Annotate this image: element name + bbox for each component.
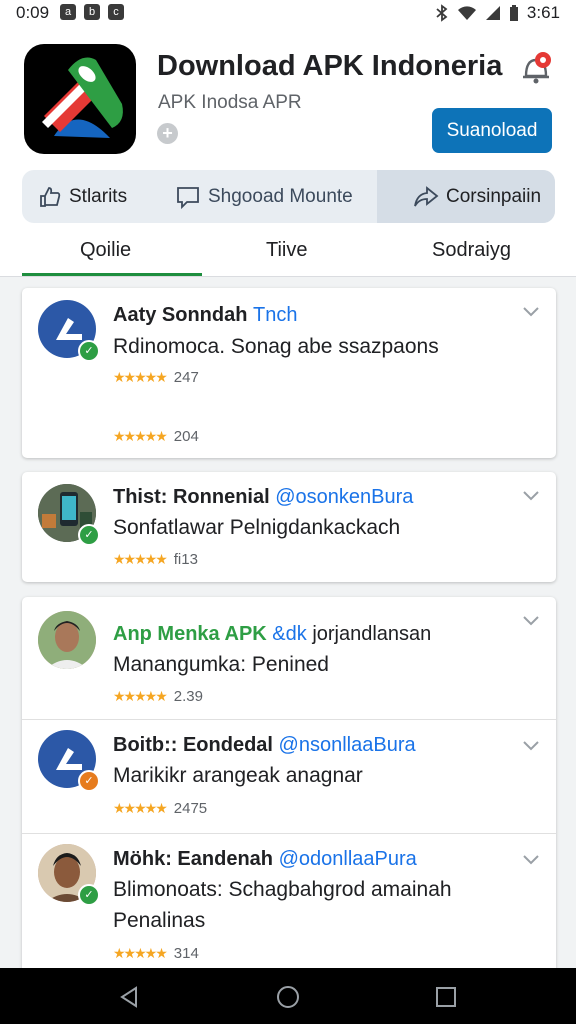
stars-icon: ★★★★★ (113, 800, 168, 816)
notification-icon: a (60, 4, 76, 20)
rating-count: 2.39 (173, 688, 203, 705)
tab-sodraiyg[interactable]: Sodraiyg (432, 239, 511, 262)
action-share-button[interactable]: Corsinpaiin (377, 170, 555, 223)
item-rating: ★★★★★ 2.39 (113, 688, 203, 705)
status-right: 3:61 (435, 3, 560, 23)
verified-badge-icon: ✓ (78, 524, 100, 546)
item-rating: ★★★★★ 2475 (113, 800, 207, 817)
download-button[interactable]: Suanoload (432, 108, 552, 153)
item-title: Anp Menka APK &dk jorjandlansan (113, 623, 431, 646)
notification-icon: b (84, 4, 100, 20)
wifi-icon (457, 6, 476, 20)
tab-bar: Qoilie Tiive Sodraiyg (0, 231, 576, 277)
list-item[interactable]: Anp Menka APK &dk jorjandlansan Manangum… (22, 597, 556, 719)
rating-count: fi13 (173, 551, 198, 568)
home-icon[interactable] (276, 985, 300, 1009)
item-rating: ★★★★★ 247 (113, 369, 199, 386)
item-rating: ★★★★★ 314 (113, 945, 199, 962)
battery-icon (509, 4, 518, 21)
status-badge-icon: ✓ (78, 770, 100, 792)
stars-icon: ★★★★★ (113, 688, 168, 704)
tab-qoilie[interactable]: Qoilie (80, 239, 131, 262)
chevron-down-icon[interactable] (522, 615, 540, 627)
app-logo-icon (24, 44, 136, 154)
signal-icon (485, 6, 500, 20)
verified-badge-icon: ✓ (78, 884, 100, 906)
app-header: Download APK Indoneria APK Inodsa APR + … (0, 26, 576, 277)
rating-count: 2475 (173, 800, 208, 817)
item-description: Blimonoats: Schagbahgrod amainah (113, 878, 452, 901)
status-bar: 0:09 a b c 3:61 (0, 0, 576, 26)
app-title: Download APK Indoneria (157, 50, 503, 82)
tab-divider (0, 276, 576, 277)
stars-icon: ★★★★★ (113, 551, 168, 567)
item-description-line2: Penalinas (113, 909, 206, 932)
tab-tiive[interactable]: Tiive (266, 239, 307, 262)
notification-icons: a b c (60, 4, 124, 20)
item-name: Anp Menka APK (113, 623, 267, 645)
action-bar: Stlarits Shgooad Mounte Corsinpaiin (22, 170, 555, 223)
list-item[interactable]: ✓ Aaty Sonndah Tnch Rdinomoca. Sonag abe… (22, 288, 556, 458)
user-avatar (38, 611, 96, 669)
message-icon (177, 186, 199, 209)
action-label: Shgooad Mounte (208, 185, 353, 207)
list-card: ✓ Aaty Sonndah Tnch Rdinomoca. Sonag abe… (22, 288, 556, 458)
item-description: Sonfatlawar Pelnigdankackach (113, 516, 401, 539)
notification-icon: c (108, 4, 124, 20)
item-name-tail: jorjandlansan (312, 623, 432, 645)
recents-icon[interactable] (435, 986, 457, 1008)
action-label: Stlarits (69, 185, 128, 207)
rating-count: 204 (173, 428, 199, 445)
action-label: Corsinpaiin (446, 185, 542, 207)
item-handle: @osonkenBura (275, 486, 414, 508)
item-handle: @odonllaaPura (278, 848, 417, 870)
chevron-down-icon[interactable] (522, 740, 540, 752)
item-handle: Tnch (253, 304, 298, 326)
item-title: Boitb:: Eondedal @nsonllaaBura (113, 734, 416, 757)
chevron-down-icon[interactable] (522, 306, 540, 318)
status-time: 0:09 (16, 3, 50, 22)
item-name: Boitb:: Eondedal (113, 734, 273, 756)
item-name: Aaty Sonndah (113, 304, 248, 326)
item-description: Marikikr arangeak anagnar (113, 764, 363, 787)
item-description: Manangumka: Penined (113, 653, 329, 676)
list-card: ✓ Thist: Ronnenial @osonkenBura Sonfatla… (22, 472, 556, 582)
item-title: Möhk: Eandenah @odonllaaPura (113, 848, 417, 871)
share-icon (414, 185, 439, 206)
item-description: Rdinomoca. Sonag abe ssazpaons (113, 335, 439, 358)
status-clock: 3:61 (526, 3, 560, 22)
rating-count: 247 (173, 369, 199, 386)
verified-badge-icon: ✓ (78, 340, 100, 362)
item-handle: @nsonllaaBura (278, 734, 416, 756)
rating-count: 314 (173, 945, 199, 962)
stars-icon: ★★★★★ (113, 945, 168, 961)
back-icon[interactable] (118, 986, 140, 1008)
bluetooth-icon (436, 4, 448, 22)
notification-bell-icon[interactable] (518, 50, 554, 86)
list-item[interactable]: ✓ Thist: Ronnenial @osonkenBura Sonfatla… (22, 472, 556, 582)
item-handle: &dk (272, 623, 307, 645)
item-name: Möhk: Eandenah (113, 848, 274, 870)
stars-icon: ★★★★★ (113, 369, 168, 385)
chevron-down-icon[interactable] (522, 490, 540, 502)
stars-icon: ★★★★★ (113, 428, 168, 444)
item-rating-secondary: ★★★★★ 204 (113, 428, 199, 445)
list-item[interactable]: ✓ Boitb:: Eondedal @nsonllaaBura Marikik… (22, 720, 556, 832)
action-message-button[interactable]: Shgooad Mounte (163, 170, 377, 223)
list-card: Anp Menka APK &dk jorjandlansan Manangum… (22, 597, 556, 977)
add-icon[interactable]: + (157, 123, 178, 144)
item-name: Thist: Ronnenial (113, 486, 270, 508)
thumbs-up-icon (40, 186, 61, 207)
item-rating: ★★★★★ fi13 (113, 551, 198, 568)
action-likes-button[interactable]: Stlarits (22, 170, 163, 223)
item-title: Thist: Ronnenial @osonkenBura (113, 486, 413, 509)
item-title: Aaty Sonndah Tnch (113, 304, 297, 327)
app-subtitle: APK Inodsa APR (158, 92, 302, 113)
chevron-down-icon[interactable] (522, 854, 540, 866)
list-item[interactable]: ✓ Möhk: Eandenah @odonllaaPura Blimonoat… (22, 834, 556, 977)
system-nav-bar (0, 968, 576, 1024)
